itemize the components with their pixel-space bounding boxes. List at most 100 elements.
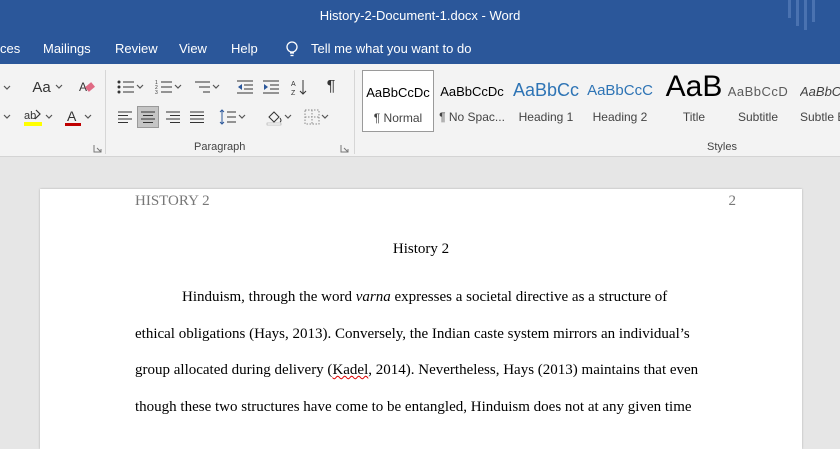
justify-button[interactable] xyxy=(186,106,208,128)
font-dropdown[interactable] xyxy=(0,106,14,128)
style-preview: AaBbCcDc xyxy=(366,85,430,100)
borders-button[interactable] xyxy=(300,106,334,128)
chevron-down-icon xyxy=(321,114,329,119)
align-center-icon xyxy=(141,111,155,123)
running-header: HISTORY 2 xyxy=(135,193,210,209)
text-run: , 2014). Nevertheless, Hays (2013) maint… xyxy=(368,362,699,378)
paragraph-line: though these two structures have come to… xyxy=(135,399,692,415)
tab-mailings[interactable]: Mailings xyxy=(43,41,91,56)
style-title[interactable]: AaB Title xyxy=(658,70,730,132)
align-right-icon xyxy=(166,111,180,123)
style-preview: AaBbCcD xyxy=(727,84,789,99)
style-preview: AaB xyxy=(665,70,723,103)
paragraph-group-label: Paragraph xyxy=(194,141,246,153)
style-heading-1[interactable]: AaBbCc Heading 1 xyxy=(510,70,582,132)
ribbon: Aa A ab A 1 2 3 A Z ¶ Paragraph AaBbCcDc… xyxy=(0,64,840,157)
tell-me-search[interactable]: Tell me what you want to do xyxy=(311,41,471,56)
style-no-spacing[interactable]: AaBbCcDc ¶ No Spac... xyxy=(436,70,508,132)
decrease-indent-button[interactable] xyxy=(234,76,256,98)
sort-button[interactable]: AZ xyxy=(288,76,310,98)
increase-indent-button[interactable] xyxy=(260,76,282,98)
title-bar: History-2-Document-1.docx - Word xyxy=(0,0,840,34)
style-preview: AaBbCcC xyxy=(587,82,653,99)
clear-formatting-button[interactable]: A xyxy=(76,76,98,98)
change-case-label: Aa xyxy=(32,78,51,96)
svg-text:ab: ab xyxy=(24,110,36,122)
tab-view[interactable]: View xyxy=(179,41,207,56)
group-separator xyxy=(105,70,106,154)
numbering-button[interactable]: 123 xyxy=(152,76,186,98)
tab-help[interactable]: Help xyxy=(231,41,258,56)
style-name: ¶ No Spac... xyxy=(439,110,505,124)
chevron-down-icon xyxy=(212,84,220,89)
title-bar-decoration xyxy=(788,0,815,30)
style-name: Heading 1 xyxy=(518,110,574,124)
text-run: Hinduism, through the word xyxy=(182,289,356,305)
style-name: Subtle E xyxy=(800,110,840,124)
increase-indent-icon xyxy=(263,80,279,94)
style-subtitle[interactable]: AaBbCcD Subtitle xyxy=(722,70,794,132)
font-dialog-launcher-icon[interactable] xyxy=(93,144,102,153)
shading-button[interactable] xyxy=(262,106,296,128)
bullets-button[interactable] xyxy=(114,76,148,98)
page-number: 2 xyxy=(728,193,737,209)
change-case-button[interactable]: Aa xyxy=(30,76,66,98)
style-name: Heading 2 xyxy=(592,110,648,124)
styles-gallery: AaBbCcDc ¶ Normal AaBbCcDc ¶ No Spac... … xyxy=(362,70,840,132)
paragraph-line: Hinduism, through the word varna express… xyxy=(135,289,745,306)
window-title: History-2-Document-1.docx - Word xyxy=(319,8,521,23)
numbered-list-icon: 123 xyxy=(155,80,172,95)
justify-icon xyxy=(190,111,204,123)
style-name: ¶ Normal xyxy=(373,111,423,125)
chevron-down-icon xyxy=(84,114,92,119)
align-right-button[interactable] xyxy=(162,106,184,128)
paragraph-line: ethical obligations (Hays, 2013). Conver… xyxy=(135,326,690,342)
styles-group-label: Styles xyxy=(707,141,737,153)
paragraph-dialog-launcher-icon[interactable] xyxy=(340,144,349,153)
svg-text:3: 3 xyxy=(155,90,158,95)
bullet-list-icon xyxy=(117,80,134,94)
paragraph-line: group allocated during delivery (Kadel, … xyxy=(135,362,745,379)
style-preview: AaBbCc xyxy=(512,80,580,100)
align-center-button[interactable] xyxy=(137,106,159,128)
text-run-italic: varna xyxy=(355,289,391,305)
ribbon-tabs: ces Mailings Review View Help Tell me wh… xyxy=(0,34,840,64)
align-left-button[interactable] xyxy=(114,106,136,128)
align-left-icon xyxy=(118,111,132,123)
document-page[interactable]: HISTORY 2 2 History 2 Hinduism, through … xyxy=(40,189,802,449)
text-highlight-button[interactable]: ab xyxy=(20,106,56,128)
paint-bucket-icon xyxy=(266,111,282,126)
tab-references[interactable]: ces xyxy=(0,41,20,56)
line-spacing-icon xyxy=(219,109,236,125)
lightbulb-icon[interactable] xyxy=(284,40,300,58)
style-preview: AaBbCcDc xyxy=(440,84,504,99)
pilcrow-icon: ¶ xyxy=(326,78,336,95)
sort-icon: AZ xyxy=(291,80,307,96)
highlighter-icon: ab xyxy=(24,109,42,126)
style-normal[interactable]: AaBbCcDc ¶ Normal xyxy=(362,70,434,132)
svg-text:Z: Z xyxy=(291,90,296,96)
style-name: Title xyxy=(682,110,706,124)
svg-text:A: A xyxy=(291,81,296,88)
style-heading-2[interactable]: AaBbCcC Heading 2 xyxy=(584,70,656,132)
style-preview: AaBbC xyxy=(800,84,840,99)
tab-review[interactable]: Review xyxy=(115,41,158,56)
borders-icon xyxy=(304,109,320,125)
text-run: group allocated during delivery ( xyxy=(135,362,333,378)
multilevel-list-icon xyxy=(195,81,210,93)
line-spacing-button[interactable] xyxy=(216,106,250,128)
chevron-down-icon xyxy=(284,114,292,119)
chevron-down-icon xyxy=(136,84,144,89)
text-run: expresses a societal directive as a stru… xyxy=(390,289,668,305)
font-color-button[interactable]: A xyxy=(60,106,96,128)
chevron-down-icon xyxy=(45,114,53,119)
chevron-down-icon xyxy=(238,114,246,119)
multilevel-list-button[interactable] xyxy=(190,76,224,98)
decrease-indent-icon xyxy=(237,80,253,94)
style-subtle-emphasis[interactable]: AaBbC Subtle E xyxy=(796,70,840,132)
show-formatting-button[interactable]: ¶ xyxy=(320,76,342,98)
grow-font-dropdown[interactable] xyxy=(0,80,14,96)
group-separator xyxy=(354,70,355,154)
eraser-icon: A xyxy=(79,80,95,94)
spelling-error-word[interactable]: Kadel xyxy=(332,362,368,378)
